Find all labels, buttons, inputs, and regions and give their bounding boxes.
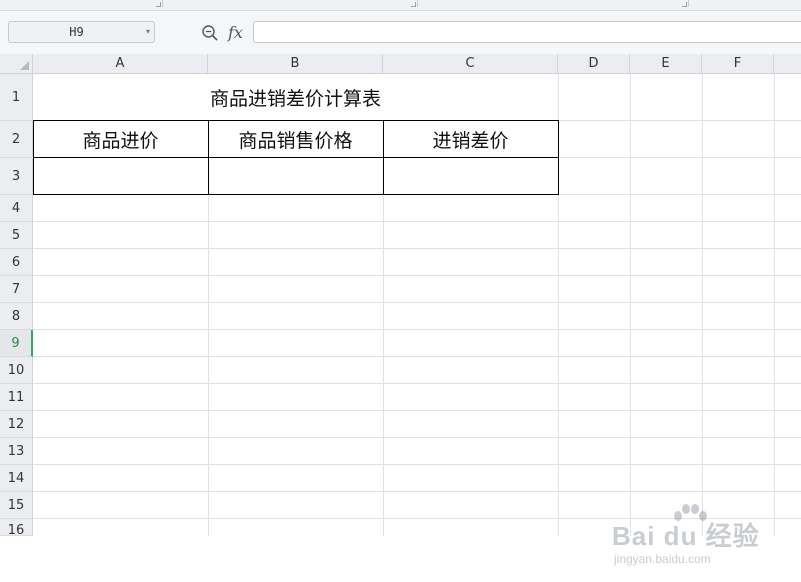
cell-a3[interactable] bbox=[33, 158, 208, 194]
chevron-down-icon[interactable]: ▾ bbox=[146, 22, 150, 42]
column-header-e[interactable]: E bbox=[630, 54, 702, 74]
gridline bbox=[33, 383, 801, 384]
sheet-title: 商品进销差价计算表 bbox=[209, 87, 381, 110]
ribbon-group-1 bbox=[0, 0, 163, 7]
gridline bbox=[33, 275, 801, 276]
cell-c3[interactable] bbox=[383, 158, 558, 194]
baidu-jingyan-watermark: Bai du 经验 jingyan.baidu.com bbox=[612, 502, 797, 582]
ribbon-strip bbox=[0, 0, 801, 11]
gridline bbox=[33, 437, 801, 438]
cell-b3[interactable] bbox=[208, 158, 383, 194]
fx-icon[interactable]: fx bbox=[228, 23, 243, 43]
column-header-c[interactable]: C bbox=[383, 54, 558, 74]
row-header-16[interactable]: 16 bbox=[0, 519, 33, 536]
column-header-f[interactable]: F bbox=[702, 54, 774, 74]
row-header-5[interactable]: 5 bbox=[0, 222, 33, 249]
gridline bbox=[774, 74, 775, 536]
row-header-14[interactable]: 14 bbox=[0, 465, 33, 492]
row-header-10[interactable]: 10 bbox=[0, 357, 33, 384]
gridline bbox=[33, 248, 801, 249]
column-header-b[interactable]: B bbox=[208, 54, 383, 74]
column-headers: A B C D E F bbox=[33, 54, 801, 74]
row-header-11[interactable]: 11 bbox=[0, 384, 33, 411]
gridline bbox=[33, 410, 801, 411]
row-header-12[interactable]: 12 bbox=[0, 411, 33, 438]
spreadsheet-grid: A B C D E F 1 2 3 4 5 6 7 8 9 10 11 12 1… bbox=[0, 54, 801, 566]
row-header-7[interactable]: 7 bbox=[0, 276, 33, 303]
watermark-text: Bai du 经验 bbox=[612, 521, 760, 551]
row-header-13[interactable]: 13 bbox=[0, 438, 33, 465]
gridline bbox=[33, 356, 801, 357]
ribbon-group-2 bbox=[163, 0, 418, 7]
gridline bbox=[630, 74, 631, 536]
gridline bbox=[33, 329, 801, 330]
row-header-2[interactable]: 2 bbox=[0, 121, 33, 158]
gridline bbox=[33, 302, 801, 303]
ribbon-group-3 bbox=[418, 0, 689, 7]
row-header-6[interactable]: 6 bbox=[0, 249, 33, 276]
cell-a2[interactable]: 商品进价 bbox=[33, 121, 208, 157]
formula-input[interactable] bbox=[253, 21, 801, 43]
name-box-value: H9 bbox=[69, 25, 84, 39]
select-all-corner[interactable] bbox=[0, 54, 33, 74]
formula-bar: H9 ▾ fx bbox=[0, 11, 801, 55]
column-header-a[interactable]: A bbox=[33, 54, 208, 74]
cell-b2[interactable]: 商品销售价格 bbox=[208, 121, 383, 157]
gridline bbox=[33, 491, 801, 492]
zoom-icon[interactable] bbox=[201, 24, 219, 42]
row-header-8[interactable]: 8 bbox=[0, 303, 33, 330]
column-header-d[interactable]: D bbox=[558, 54, 630, 74]
watermark-url: jingyan.baidu.com bbox=[614, 552, 711, 566]
cell-c2[interactable]: 进销差价 bbox=[383, 121, 558, 157]
column-header-g[interactable] bbox=[774, 54, 801, 74]
row-header-15[interactable]: 15 bbox=[0, 492, 33, 519]
name-box[interactable]: H9 ▾ bbox=[8, 21, 155, 43]
row-header-1[interactable]: 1 bbox=[0, 74, 33, 121]
row-header-9[interactable]: 9 bbox=[0, 330, 33, 357]
cell-area[interactable]: 商品进销差价计算表 商品进价 商品销售价格 进销差价 bbox=[33, 74, 801, 536]
gridline bbox=[33, 464, 801, 465]
row-header-3[interactable]: 3 bbox=[0, 158, 33, 195]
row-header-4[interactable]: 4 bbox=[0, 195, 33, 222]
gridline bbox=[702, 74, 703, 536]
gridline bbox=[33, 221, 801, 222]
